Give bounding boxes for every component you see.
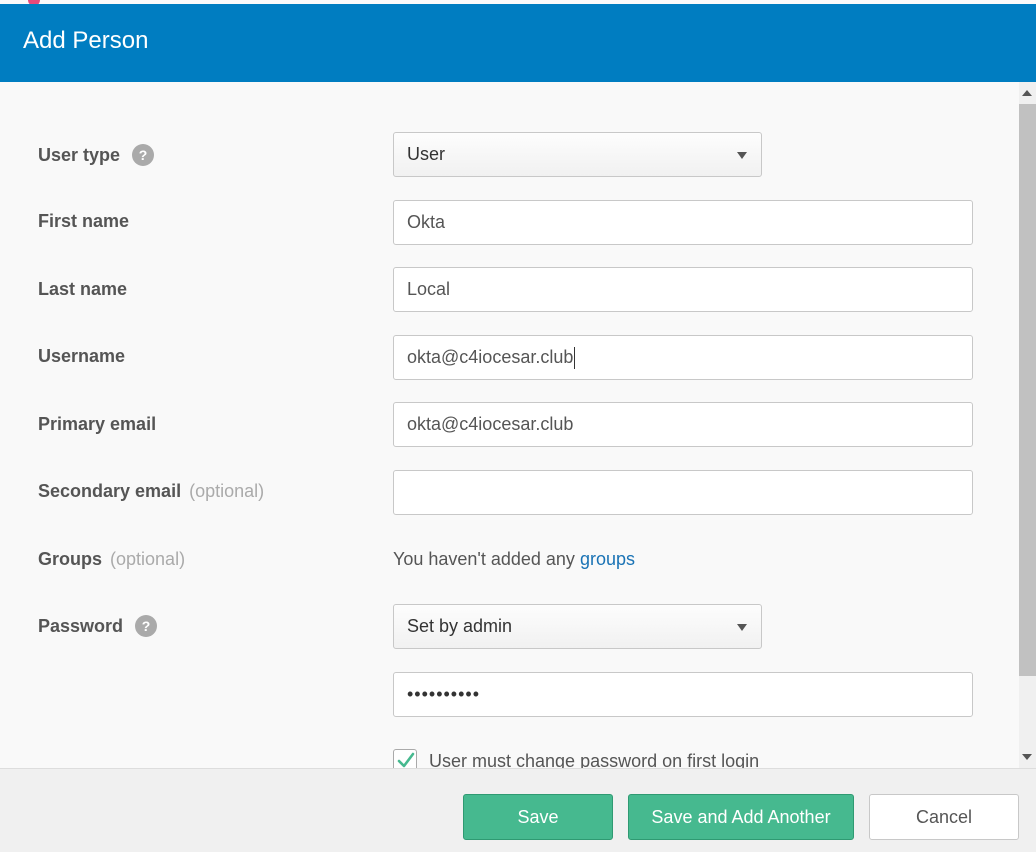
chevron-down-icon bbox=[737, 624, 747, 631]
username-input[interactable]: okta@c4iocesar.club bbox=[393, 335, 973, 380]
first-name-label: First name bbox=[38, 211, 130, 231]
secondary-email-input[interactable] bbox=[393, 470, 973, 515]
first-name-input[interactable]: Okta bbox=[393, 200, 973, 245]
modal-footer: Save Save and Add Another Cancel bbox=[0, 768, 1036, 852]
add-person-modal: Add Person User type? User First name Ok… bbox=[0, 4, 1036, 852]
help-icon[interactable]: ? bbox=[135, 615, 158, 637]
password-input[interactable]: •••••••••• bbox=[393, 672, 973, 717]
vertical-scrollbar[interactable] bbox=[1019, 82, 1036, 768]
modal-header: Add Person bbox=[0, 4, 1036, 82]
save-button[interactable]: Save bbox=[463, 794, 613, 840]
user-type-label: User type? bbox=[38, 144, 155, 166]
last-name-input[interactable]: Local bbox=[393, 267, 973, 312]
password-mode-select[interactable]: Set by admin bbox=[393, 604, 762, 649]
primary-email-label: Primary email bbox=[38, 414, 157, 434]
secondary-email-label: Secondary email (optional) bbox=[38, 480, 264, 502]
username-label: Username bbox=[38, 346, 126, 366]
groups-status: You haven't added any groups bbox=[393, 548, 635, 570]
password-mode-value: Set by admin bbox=[407, 616, 513, 636]
user-type-value: User bbox=[407, 144, 446, 164]
groups-label-text: Groups bbox=[38, 549, 103, 569]
scroll-thumb[interactable] bbox=[1019, 104, 1036, 676]
user-type-select[interactable]: User bbox=[393, 132, 762, 177]
last-name-label: Last name bbox=[38, 279, 128, 299]
change-password-label: User must change password on first login bbox=[429, 751, 760, 768]
password-masked-value: •••••••••• bbox=[407, 684, 481, 704]
primary-email-input[interactable]: okta@c4iocesar.club bbox=[393, 402, 973, 447]
chevron-down-icon bbox=[737, 152, 747, 159]
change-password-checkbox[interactable] bbox=[393, 749, 417, 768]
groups-label: Groups (optional) bbox=[38, 548, 185, 570]
text-caret bbox=[574, 347, 576, 370]
secondary-email-label-text: Secondary email bbox=[38, 481, 182, 501]
password-label: Password? bbox=[38, 615, 158, 637]
last-name-value: Local bbox=[407, 279, 451, 299]
optional-tag: (optional) bbox=[189, 481, 265, 501]
optional-tag: (optional) bbox=[110, 549, 186, 569]
save-and-add-another-button[interactable]: Save and Add Another bbox=[628, 794, 854, 840]
first-name-value: Okta bbox=[407, 212, 446, 232]
username-value: okta@c4iocesar.club bbox=[407, 347, 574, 367]
cancel-button[interactable]: Cancel bbox=[869, 794, 1019, 840]
primary-email-value: okta@c4iocesar.club bbox=[407, 414, 574, 434]
modal-body: User type? User First name Okta Last nam… bbox=[0, 82, 1036, 768]
password-label-text: Password bbox=[38, 616, 124, 636]
help-icon[interactable]: ? bbox=[132, 144, 155, 166]
scroll-down-icon[interactable] bbox=[1022, 754, 1032, 760]
modal-title: Add Person bbox=[23, 27, 149, 54]
groups-link[interactable]: groups bbox=[580, 549, 635, 569]
checkmark-icon bbox=[397, 752, 415, 768]
scroll-up-icon[interactable] bbox=[1022, 90, 1032, 96]
user-type-label-text: User type bbox=[38, 145, 121, 165]
groups-status-text: You haven't added any bbox=[393, 549, 575, 569]
